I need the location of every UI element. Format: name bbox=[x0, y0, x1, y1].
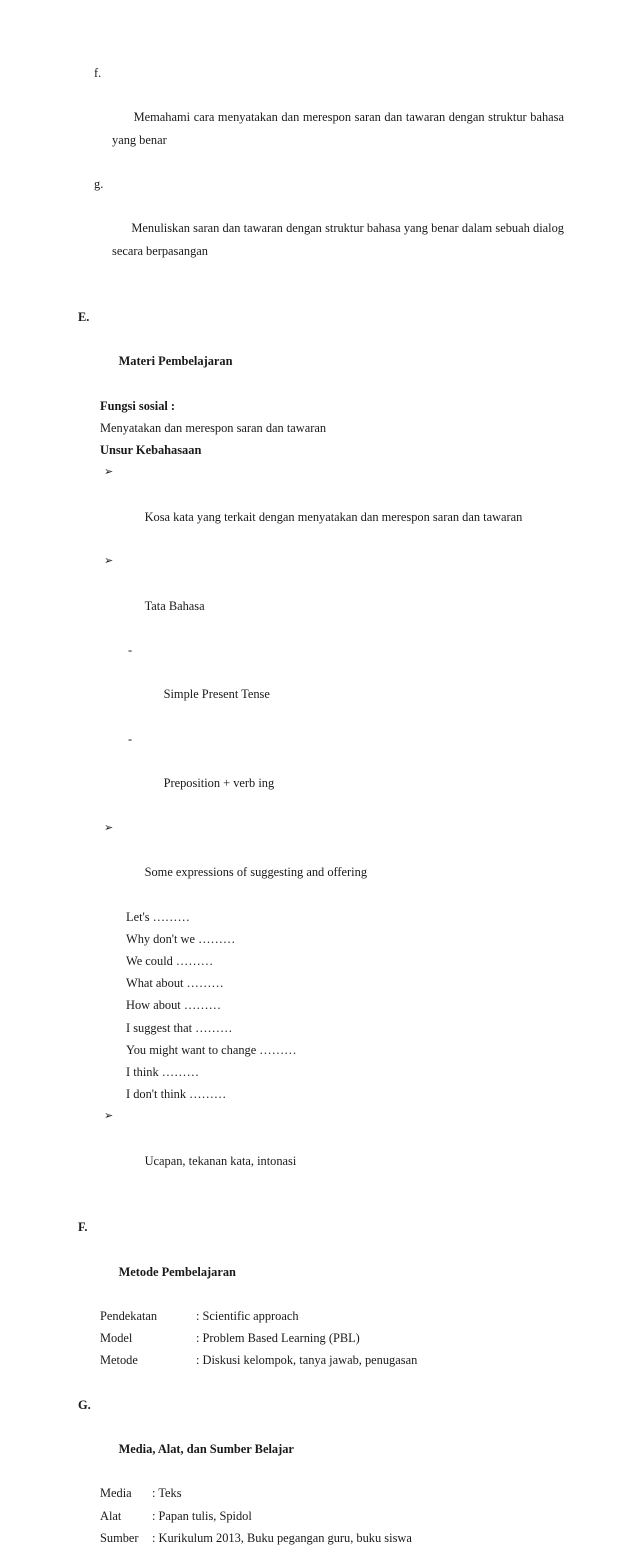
list-item: f. Memahami cara menyatakan dan merespon… bbox=[78, 62, 564, 173]
section-heading-e: E. Materi Pembelajaran bbox=[78, 306, 564, 395]
arrow-bullet-item: ➢ Some expressions of suggesting and off… bbox=[78, 817, 564, 906]
detail-value: : Teks bbox=[152, 1486, 182, 1501]
detail-value: : Problem Based Learning (PBL) bbox=[196, 1331, 360, 1346]
detail-value: : Papan tulis, Spidol bbox=[152, 1508, 252, 1523]
section-letter: F. bbox=[78, 1220, 88, 1235]
dash-bullet-icon: - bbox=[128, 731, 133, 746]
detail-label: Pendekatan bbox=[100, 1308, 158, 1323]
detail-row: Media : Teks bbox=[78, 1482, 564, 1504]
section-title: Materi Pembelajaran bbox=[118, 354, 233, 369]
list-item-text: Menuliskan saran dan tawaran dengan stru… bbox=[112, 221, 568, 258]
expression-line: Let's ……… bbox=[126, 909, 190, 924]
arrow-bullet-icon: ➢ bbox=[104, 466, 114, 479]
dash-bullet-item: - Simple Present Tense bbox=[78, 639, 564, 728]
arrow-bullet-icon: ➢ bbox=[104, 555, 114, 568]
detail-value: : Diskusi kelompok, tanya jawab, penugas… bbox=[196, 1353, 418, 1368]
detail-row: Alat : Papan tulis, Spidol bbox=[78, 1505, 564, 1527]
list-item-marker: f. bbox=[94, 66, 102, 80]
fungsi-sosial-text: Menyatakan dan merespon saran dan tawara… bbox=[100, 421, 327, 436]
list-item: g. Menuliskan saran dan tawaran dengan s… bbox=[78, 173, 564, 284]
arrow-bullet-item: ➢ Ucapan, tekanan kata, intonasi bbox=[78, 1105, 564, 1194]
detail-label: Model bbox=[100, 1331, 133, 1346]
arrow-bullet-item: ➢ Tata Bahasa bbox=[78, 550, 564, 639]
arrow-bullet-text: Ucapan, tekanan kata, intonasi bbox=[144, 1153, 297, 1168]
list-item-text: Memahami cara menyatakan dan merespon sa… bbox=[112, 110, 568, 147]
arrow-bullet-icon: ➢ bbox=[104, 821, 114, 834]
section-title: Metode Pembelajaran bbox=[118, 1264, 236, 1279]
detail-row: Pendekatan : Scientific approach bbox=[78, 1305, 564, 1327]
document-page: f. Memahami cara menyatakan dan merespon… bbox=[0, 0, 638, 1545]
subheading-fungsi-sosial: Fungsi sosial : bbox=[100, 398, 176, 413]
expression-line: How about ……… bbox=[126, 998, 221, 1013]
document-body: f. Memahami cara menyatakan dan merespon… bbox=[78, 62, 564, 1549]
arrow-bullet-text: Some expressions of suggesting and offer… bbox=[144, 865, 368, 880]
section-title: Media, Alat, dan Sumber Belajar bbox=[118, 1441, 294, 1456]
detail-label: Alat bbox=[100, 1508, 122, 1523]
detail-label: Metode bbox=[100, 1353, 138, 1368]
section-letter: E. bbox=[78, 310, 90, 325]
arrow-bullet-text: Tata Bahasa bbox=[144, 598, 205, 613]
dash-bullet-text: Simple Present Tense bbox=[163, 687, 270, 702]
dash-bullet-text: Preposition + verb ing bbox=[163, 776, 275, 791]
expression-line: I suggest that ……… bbox=[126, 1020, 233, 1035]
detail-row: Metode : Diskusi kelompok, tanya jawab, … bbox=[78, 1349, 564, 1371]
detail-label: Sumber bbox=[100, 1530, 139, 1545]
section-letter: G. bbox=[78, 1397, 91, 1412]
dash-bullet-icon: - bbox=[128, 643, 133, 658]
list-item-marker: g. bbox=[94, 177, 104, 192]
expression-line: I think ……… bbox=[126, 1064, 199, 1079]
detail-row: Model : Problem Based Learning (PBL) bbox=[78, 1327, 564, 1349]
arrow-bullet-icon: ➢ bbox=[104, 1110, 114, 1123]
detail-row: Sumber : Kurikulum 2013, Buku pegangan g… bbox=[78, 1527, 564, 1549]
arrow-bullet-item: ➢ Kosa kata yang terkait dengan menyatak… bbox=[78, 461, 564, 550]
section-heading-g: G. Media, Alat, dan Sumber Belajar bbox=[78, 1394, 564, 1483]
expression-line: I don't think ……… bbox=[126, 1087, 227, 1102]
detail-label: Media bbox=[100, 1486, 132, 1501]
subheading-unsur-kebahasaan: Unsur Kebahasaan bbox=[100, 443, 202, 458]
detail-value: : Scientific approach bbox=[196, 1308, 299, 1323]
section-heading-f: F. Metode Pembelajaran bbox=[78, 1216, 564, 1305]
expression-line: You might want to change ……… bbox=[126, 1042, 297, 1057]
expression-line: Why don't we ……… bbox=[126, 931, 236, 946]
dash-bullet-item: - Preposition + verb ing bbox=[78, 728, 564, 817]
expression-line: What about ……… bbox=[126, 976, 224, 991]
arrow-bullet-text: Kosa kata yang terkait dengan menyatakan… bbox=[144, 509, 523, 524]
expression-line: We could ……… bbox=[126, 953, 214, 968]
detail-value: : Kurikulum 2013, Buku pegangan guru, bu… bbox=[152, 1530, 412, 1545]
